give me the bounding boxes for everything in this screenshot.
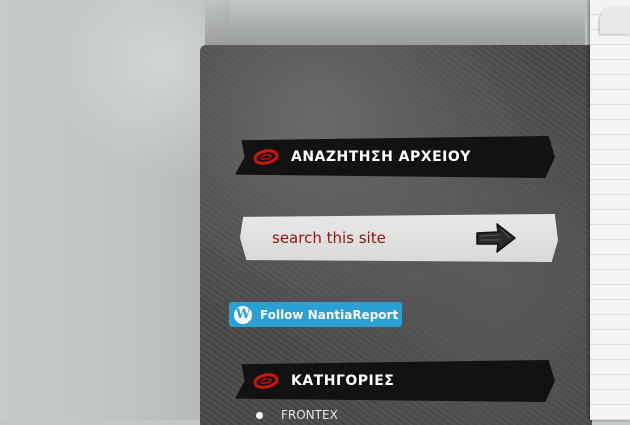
categories-widget-title: ΚΑΤΗΓΟΡΙΕΣ (291, 373, 395, 389)
search-widget-header: ΑΝΑΖΗΤΗΣΗ ΑΡΧΕΙΟΥ (235, 136, 555, 178)
follow-button[interactable]: W Follow NantiaReport (229, 302, 402, 327)
red-ring-icon (253, 148, 279, 166)
arrow-right-icon[interactable] (474, 220, 518, 256)
red-ring-icon (253, 372, 279, 390)
paper-curl (600, 6, 630, 34)
categories-widget-header: ΚΑΤΗΓΟΡΙΕΣ (235, 360, 555, 402)
paper-edge (590, 0, 630, 420)
follow-button-label: Follow NantiaReport (260, 307, 399, 322)
wordpress-icon: W (234, 305, 252, 324)
background-texture-left (0, 0, 230, 420)
search-input[interactable] (272, 224, 472, 252)
search-widget-title: ΑΝΑΖΗΤΗΣΗ ΑΡΧΕΙΟΥ (291, 149, 471, 165)
bullet-icon (256, 411, 263, 419)
search-box (240, 214, 558, 262)
